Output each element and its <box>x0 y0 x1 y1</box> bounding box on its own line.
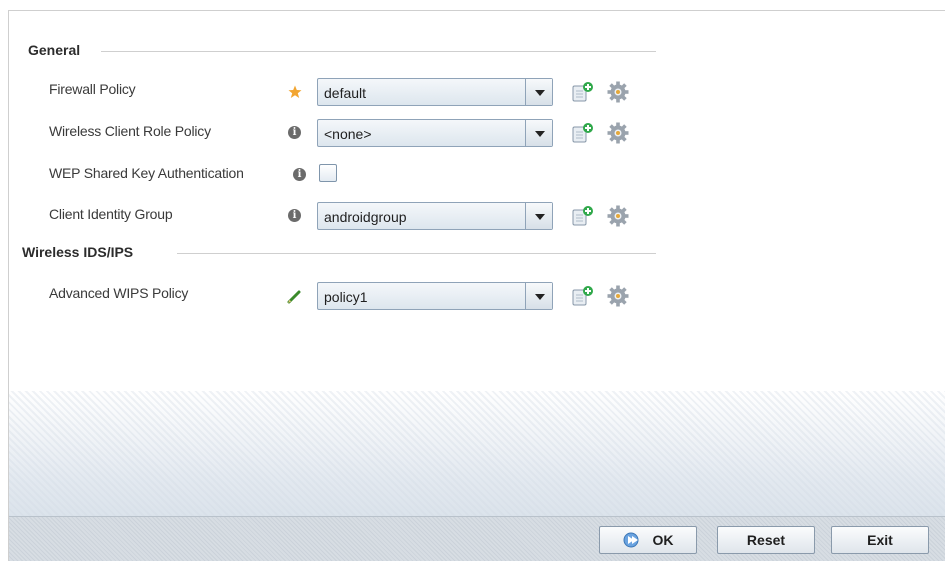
chevron-down-icon[interactable] <box>525 283 552 309</box>
button-bar: OK Reset Exit <box>9 516 945 561</box>
info-icon[interactable]: i <box>288 126 301 139</box>
ok-button-label: OK <box>652 532 674 548</box>
advanced-wips-policy-select[interactable]: policy1 <box>317 282 553 310</box>
section-title-wireless-ids-ips: Wireless IDS/IPS <box>22 244 134 260</box>
section-divider <box>177 253 656 254</box>
gear-icon[interactable] <box>606 205 630 227</box>
reset-button[interactable]: Reset <box>717 526 815 554</box>
add-policy-icon[interactable] <box>571 205 595 227</box>
gear-icon[interactable] <box>606 122 630 144</box>
gear-icon[interactable] <box>606 81 630 103</box>
client-identity-group-select[interactable]: androidgroup <box>317 202 553 230</box>
firewall-policy-select[interactable]: default <box>317 78 553 106</box>
policy-settings-panel: General Firewall Policy default Wireless… <box>8 10 945 561</box>
panel-background-texture <box>9 391 945 517</box>
add-policy-icon[interactable] <box>571 81 595 103</box>
chevron-down-icon[interactable] <box>525 203 552 229</box>
wep-shared-key-checkbox[interactable] <box>319 164 337 182</box>
client-identity-group-label: Client Identity Group <box>49 206 173 222</box>
client-identity-group-value: androidgroup <box>324 209 407 225</box>
reset-button-label: Reset <box>746 532 786 548</box>
wep-shared-key-label: WEP Shared Key Authentication <box>49 165 244 181</box>
section-divider <box>101 51 656 52</box>
chevron-down-icon[interactable] <box>525 79 552 105</box>
client-role-policy-value: <none> <box>324 126 372 142</box>
chevron-down-icon[interactable] <box>525 120 552 146</box>
advanced-wips-policy-label: Advanced WIPS Policy <box>49 285 189 301</box>
ok-arrow-icon <box>623 532 638 548</box>
section-title-general: General <box>28 42 81 58</box>
edited-pencil-icon <box>287 290 301 304</box>
add-policy-icon[interactable] <box>571 285 595 307</box>
firewall-policy-value: default <box>324 85 367 101</box>
info-icon[interactable]: i <box>293 168 306 181</box>
client-role-policy-select[interactable]: <none> <box>317 119 553 147</box>
add-policy-icon[interactable] <box>571 122 595 144</box>
advanced-wips-policy-value: policy1 <box>324 289 368 305</box>
gear-icon[interactable] <box>606 285 630 307</box>
exit-button-label: Exit <box>867 532 893 548</box>
exit-button[interactable]: Exit <box>831 526 929 554</box>
client-role-policy-label: Wireless Client Role Policy <box>49 123 211 139</box>
ok-button[interactable]: OK <box>599 526 697 554</box>
required-star-icon <box>288 85 302 98</box>
info-icon[interactable]: i <box>288 209 301 222</box>
firewall-policy-label: Firewall Policy <box>49 81 136 97</box>
